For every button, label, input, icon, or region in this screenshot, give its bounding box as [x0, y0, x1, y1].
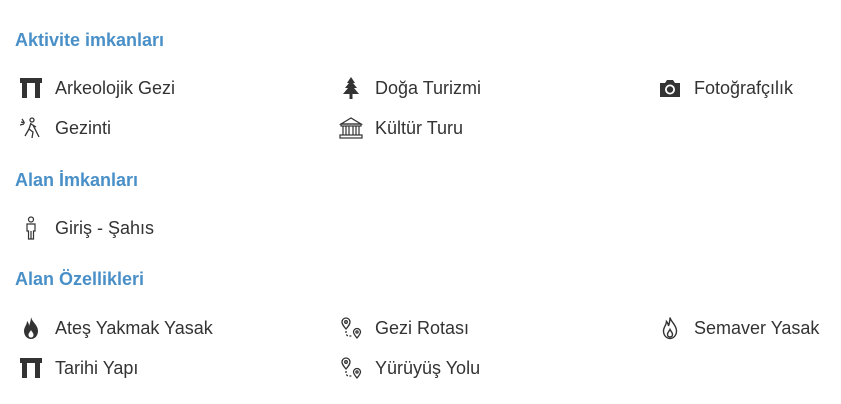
gate-icon — [18, 75, 44, 101]
camera-icon — [657, 75, 683, 101]
list-item: Gezi Rotası — [338, 314, 469, 342]
item-row: Arkeolojik Gezi Doğa Turizmi Fotoğrafçıl… — [0, 74, 841, 102]
item-label: Ateş Yakmak Yasak — [55, 318, 213, 338]
list-item: Ateş Yakmak Yasak — [18, 314, 213, 342]
amenities-panel: Aktivite imkanları Arkeolojik Gezi Doğa … — [0, 0, 841, 404]
list-item: Kültür Turu — [338, 114, 463, 142]
hiker-icon — [18, 115, 44, 141]
flame-outline-icon — [657, 315, 683, 341]
tree-icon — [338, 75, 364, 101]
gate-icon — [18, 355, 44, 381]
item-label: Fotoğrafçılık — [694, 78, 794, 98]
item-row: Giriş - Şahıs — [0, 214, 841, 242]
item-label: Arkeolojik Gezi — [55, 78, 176, 98]
person-icon — [18, 215, 44, 241]
section-title-activities: Aktivite imkanları — [15, 30, 165, 50]
item-label: Giriş - Şahıs — [55, 218, 155, 238]
museum-icon — [338, 115, 364, 141]
item-label: Tarihi Yapı — [55, 358, 139, 378]
item-label: Semaver Yasak — [694, 318, 820, 338]
list-item: Arkeolojik Gezi — [18, 74, 175, 102]
list-item: Gezinti — [18, 114, 111, 142]
list-item: Doğa Turizmi — [338, 74, 481, 102]
item-label: Kültür Turu — [375, 118, 464, 138]
list-item: Semaver Yasak — [657, 314, 819, 342]
item-label: Doğa Turizmi — [375, 78, 482, 98]
list-item: Yürüyüş Yolu — [338, 354, 480, 382]
item-row: Ateş Yakmak Yasak Gezi Rotası Semaver Ya… — [0, 314, 841, 342]
list-item: Giriş - Şahıs — [18, 214, 154, 242]
route-icon — [338, 355, 364, 381]
section-title-area-facilities: Alan İmkanları — [15, 170, 139, 190]
list-item: Fotoğrafçılık — [657, 74, 793, 102]
fire-icon — [18, 315, 44, 341]
item-row: Gezinti Kültür Turu — [0, 114, 841, 142]
route-icon — [338, 315, 364, 341]
list-item: Tarihi Yapı — [18, 354, 138, 382]
item-row: Tarihi Yapı Yürüyüş Yolu — [0, 354, 841, 382]
item-label: Gezi Rotası — [375, 318, 470, 338]
item-label: Yürüyüş Yolu — [375, 358, 481, 378]
section-title-area-features: Alan Özellikleri — [15, 269, 145, 289]
item-label: Gezinti — [55, 118, 112, 138]
